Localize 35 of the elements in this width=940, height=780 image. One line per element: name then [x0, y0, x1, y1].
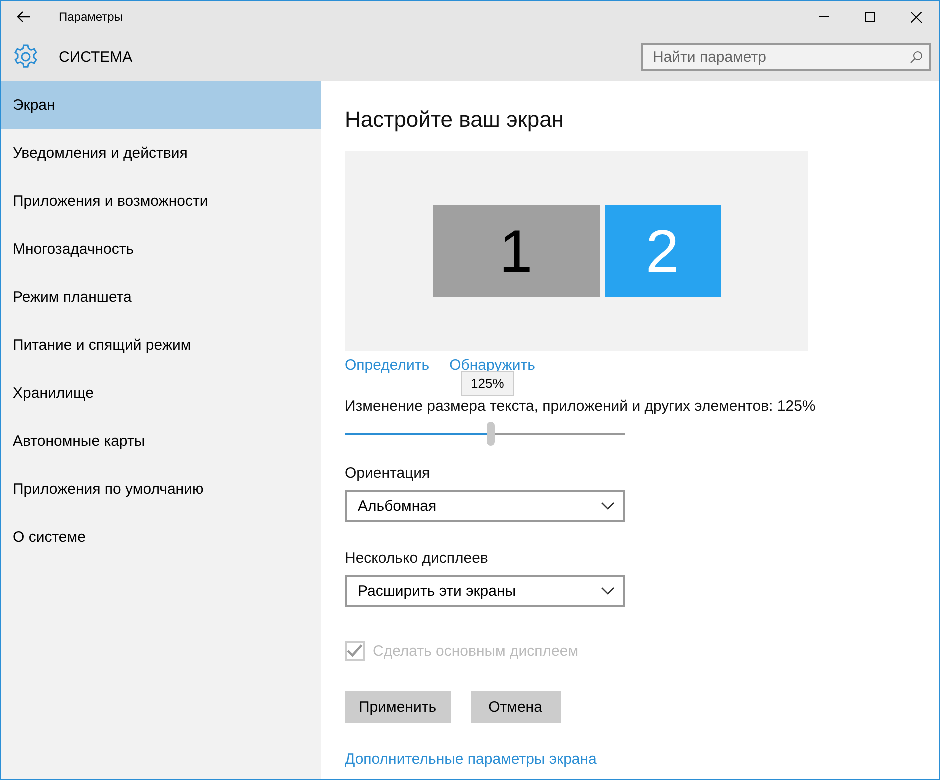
tooltip: 125%: [461, 371, 514, 396]
sidebar-item[interactable]: Уведомления и действия: [1, 129, 321, 177]
maximize-icon: [865, 12, 875, 22]
sidebar-item[interactable]: О системе: [1, 513, 321, 561]
sidebar-item[interactable]: Приложения и возможности: [1, 177, 321, 225]
back-arrow-icon: [17, 11, 31, 23]
sidebar-item[interactable]: Приложения по умолчанию: [1, 465, 321, 513]
link[interactable]: Определить: [345, 357, 430, 374]
close-icon: [910, 12, 922, 22]
slider-label: Изменение размера текста, приложений и других элементов: 125%: [345, 398, 816, 415]
field-label: Несколько дисплеев: [345, 550, 490, 567]
slider-thumb[interactable]: [486, 422, 495, 446]
sidebar-item[interactable]: Многозадачность: [1, 225, 321, 273]
dialog-button[interactable]: Отмена: [470, 691, 561, 723]
chevron-icon: [601, 587, 615, 595]
sidebar-item[interactable]: Экран: [1, 81, 321, 129]
search-field[interactable]: Найти параметр: [641, 43, 931, 71]
field-label: Ориентация: [345, 465, 432, 482]
sidebar-item[interactable]: Режим планшета: [1, 273, 321, 321]
dropdown[interactable]: Расширить эти экраны: [345, 575, 625, 607]
link[interactable]: Обнаружить: [450, 357, 536, 374]
sidebar-item[interactable]: Автономные карты: [1, 417, 321, 465]
page-title: Настройте ваш экран: [345, 107, 564, 133]
display-tile[interactable]: 1: [432, 205, 600, 297]
checkbox-label: Сделать основным дисплеем: [373, 642, 579, 660]
dropdown[interactable]: Альбомная: [345, 490, 625, 522]
window-title: Параметры: [59, 10, 124, 24]
dialog-button[interactable]: Применить: [345, 691, 451, 723]
search-icon: [910, 51, 923, 64]
link[interactable]: Дополнительные параметры экрана: [345, 751, 597, 768]
section-title: СИСТЕМА: [59, 48, 134, 66]
sidebar-item[interactable]: Хранилище: [1, 369, 321, 417]
chevron-icon: [601, 502, 615, 510]
sidebar-item[interactable]: Питание и спящий режим: [1, 321, 321, 369]
settings-icon: [13, 44, 39, 70]
